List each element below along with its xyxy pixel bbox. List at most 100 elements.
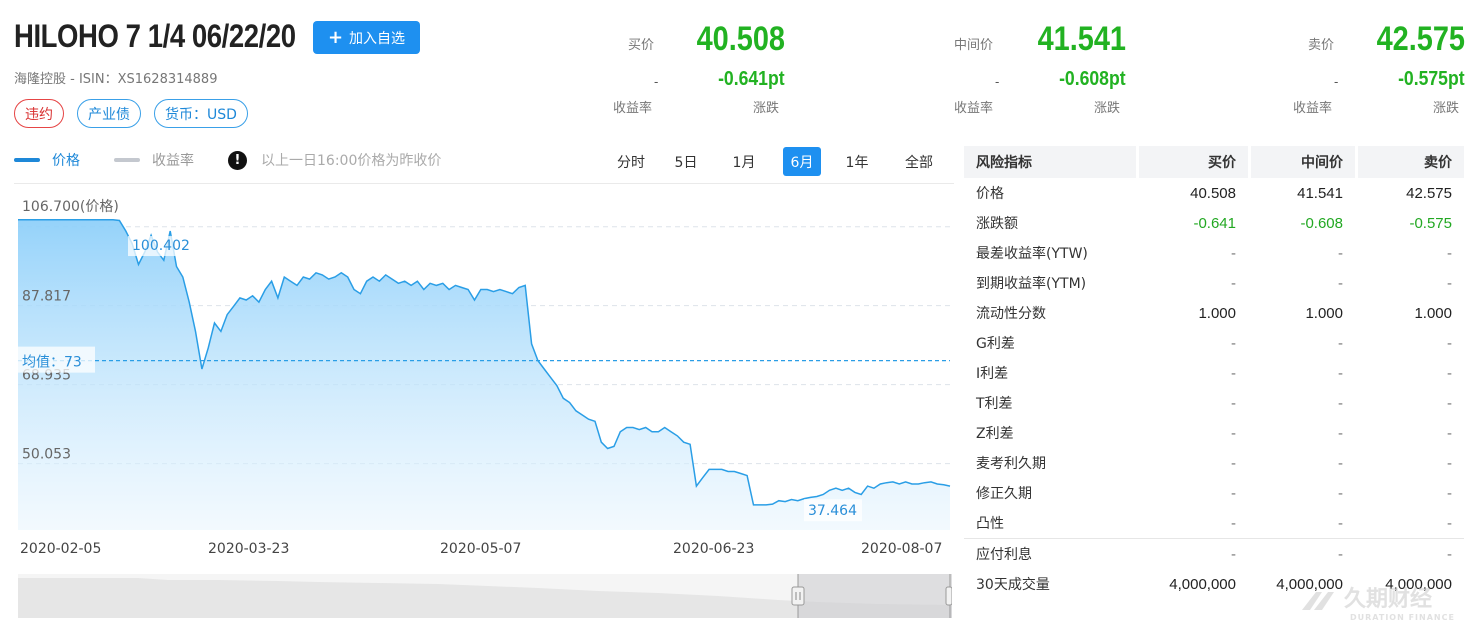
risk-row-value: - xyxy=(1447,484,1452,502)
header-bid: 买价 xyxy=(1136,146,1248,178)
risk-row-name: 涨跌额 xyxy=(976,216,1018,232)
risk-row-value: -0.575 xyxy=(1409,214,1452,232)
ask-yield-value: - xyxy=(1334,74,1339,89)
risk-row-name: 30天成交量 xyxy=(976,577,1050,593)
x-tick-label: 2020-03-23 xyxy=(208,541,289,557)
bid-yield-label: 收益率 xyxy=(613,101,653,116)
risk-row-value: - xyxy=(1447,274,1452,292)
risk-row-value: - xyxy=(1447,394,1452,412)
mid-change-label: 涨跌 xyxy=(1094,101,1121,116)
bid-price: 40.508 xyxy=(696,20,785,58)
close-price-note-text: 以上一日16:00价格为昨收价 xyxy=(261,153,442,169)
watermark-en: DURATION FINANCE xyxy=(1350,613,1455,622)
mid-quote: 中间价 41.541 - -0.608pt 收益率 涨跌 xyxy=(886,18,1126,118)
risk-row-name: I利差 xyxy=(976,366,1009,382)
risk-row-value: 4,000,000 xyxy=(1169,575,1236,593)
risk-row: 到期收益率(YTM) - - - xyxy=(964,268,1464,298)
ask-label: 卖价 xyxy=(1308,38,1335,53)
risk-row-value: - xyxy=(1231,334,1236,352)
risk-row-value: - xyxy=(1231,394,1236,412)
risk-row-name: 凸性 xyxy=(976,516,1004,532)
y-tick-label: 106.700(价格) xyxy=(22,199,119,215)
sector-tag[interactable]: 产业债 xyxy=(77,99,141,128)
bid-label: 买价 xyxy=(628,38,655,53)
risk-row-value: - xyxy=(1338,394,1343,412)
risk-row-value: - xyxy=(1338,244,1343,262)
header-ask: 卖价 xyxy=(1355,146,1464,178)
add-to-watchlist-label: 加入自选 xyxy=(349,30,406,47)
add-to-watchlist-button[interactable]: + 加入自选 xyxy=(313,21,420,54)
risk-row-value: -0.608 xyxy=(1300,214,1343,232)
risk-row-value: - xyxy=(1447,364,1452,382)
risk-row: 凸性 - - - xyxy=(964,508,1464,538)
risk-row-name: 应付利息 xyxy=(976,547,1032,563)
max-price-label: 100.402 xyxy=(132,238,190,254)
ask-change: -0.575pt xyxy=(1398,68,1465,90)
legend-yield[interactable]: 收益率 xyxy=(114,150,194,170)
risk-row: 修正久期 - - - xyxy=(964,478,1464,508)
ask-change-label: 涨跌 xyxy=(1433,101,1460,116)
risk-row-value: - xyxy=(1447,454,1452,472)
risk-row-value: 1.000 xyxy=(1305,304,1343,322)
period-6m[interactable]: 6月 xyxy=(783,147,821,176)
x-tick-label: 2020-06-23 xyxy=(673,541,754,557)
duration-finance-logo: 久期财经 DURATION FINANCE xyxy=(1302,586,1455,622)
period-1m[interactable]: 1月 xyxy=(715,147,773,176)
risk-row-value: - xyxy=(1338,514,1343,532)
risk-row-value: - xyxy=(1447,334,1452,352)
risk-row-value: - xyxy=(1231,364,1236,382)
period-5d[interactable]: 5日 xyxy=(657,147,715,176)
risk-row-value: - xyxy=(1338,424,1343,442)
risk-table-body: 价格 40.508 41.541 42.575 涨跌额 -0.641 -0.608 -0.57… xyxy=(964,178,1464,599)
risk-row-value: - xyxy=(1231,454,1236,472)
risk-row-value: - xyxy=(1447,514,1452,532)
risk-row-value: -0.641 xyxy=(1193,214,1236,232)
watermark-cn: 久期财经 xyxy=(1344,586,1432,612)
mid-label: 中间价 xyxy=(954,38,994,53)
period-tabs: 分时 5日 1月 6月 1年 全部 xyxy=(605,147,955,176)
price-line-swatch xyxy=(14,158,40,162)
period-all[interactable]: 全部 xyxy=(883,147,955,176)
risk-row: 麦考利久期 - - - xyxy=(964,448,1464,478)
default-tag[interactable]: 违约 xyxy=(14,99,64,128)
risk-row-value: - xyxy=(1231,424,1236,442)
risk-row-value: - xyxy=(1231,514,1236,532)
risk-row-value: - xyxy=(1338,454,1343,472)
price-chart[interactable]: 106.700(价格)87.81768.93550.053 2020-02-05… xyxy=(0,184,960,564)
risk-row-value: - xyxy=(1231,545,1236,563)
risk-row: 最差收益率(YTW) - - - xyxy=(964,238,1464,268)
issuer-isin: 海隆控股 - ISIN：XS1628314889 xyxy=(14,72,218,87)
risk-row-value: 40.508 xyxy=(1190,184,1236,202)
bid-change: -0.641pt xyxy=(718,68,785,90)
risk-row: 流动性分数 1.000 1.000 1.000 xyxy=(964,298,1464,328)
risk-row-value: 1.000 xyxy=(1414,304,1452,322)
ask-quote: 卖价 42.575 - -0.575pt 收益率 涨跌 xyxy=(1225,18,1465,118)
header-metric: 风险指标 xyxy=(964,146,1136,178)
risk-row-value: - xyxy=(1447,244,1452,262)
risk-row: 应付利息 - - - xyxy=(964,539,1464,569)
bid-yield-value: - xyxy=(654,74,659,89)
header-mid: 中间价 xyxy=(1248,146,1355,178)
period-1y[interactable]: 1年 xyxy=(831,147,883,176)
x-tick-label: 2020-05-07 xyxy=(440,541,521,557)
ask-yield-label: 收益率 xyxy=(1293,101,1333,116)
risk-row-value: 41.541 xyxy=(1297,184,1343,202)
navigator-selection[interactable] xyxy=(798,574,952,618)
risk-row-value: 42.575 xyxy=(1406,184,1452,202)
mid-change: -0.608pt xyxy=(1059,68,1126,90)
chart-navigator[interactable] xyxy=(18,574,952,618)
risk-row-value: - xyxy=(1338,274,1343,292)
info-icon: ! xyxy=(228,150,247,170)
x-tick-label: 2020-08-07 xyxy=(861,541,942,557)
price-area xyxy=(18,219,950,530)
mean-price-label: 均值：73 xyxy=(22,355,82,371)
currency-tag[interactable]: 货币：USD xyxy=(154,99,248,128)
risk-row-name: Z利差 xyxy=(976,426,1014,442)
risk-row-name: G利差 xyxy=(976,336,1015,352)
bond-title: HILOHO 7 1/4 06/22/20 xyxy=(14,18,296,54)
legend-price[interactable]: 价格 xyxy=(14,150,80,170)
risk-row-name: 修正久期 xyxy=(976,486,1032,502)
period-intraday[interactable]: 分时 xyxy=(605,147,657,176)
risk-row-name: 价格 xyxy=(976,186,1004,202)
risk-row-value: - xyxy=(1338,364,1343,382)
